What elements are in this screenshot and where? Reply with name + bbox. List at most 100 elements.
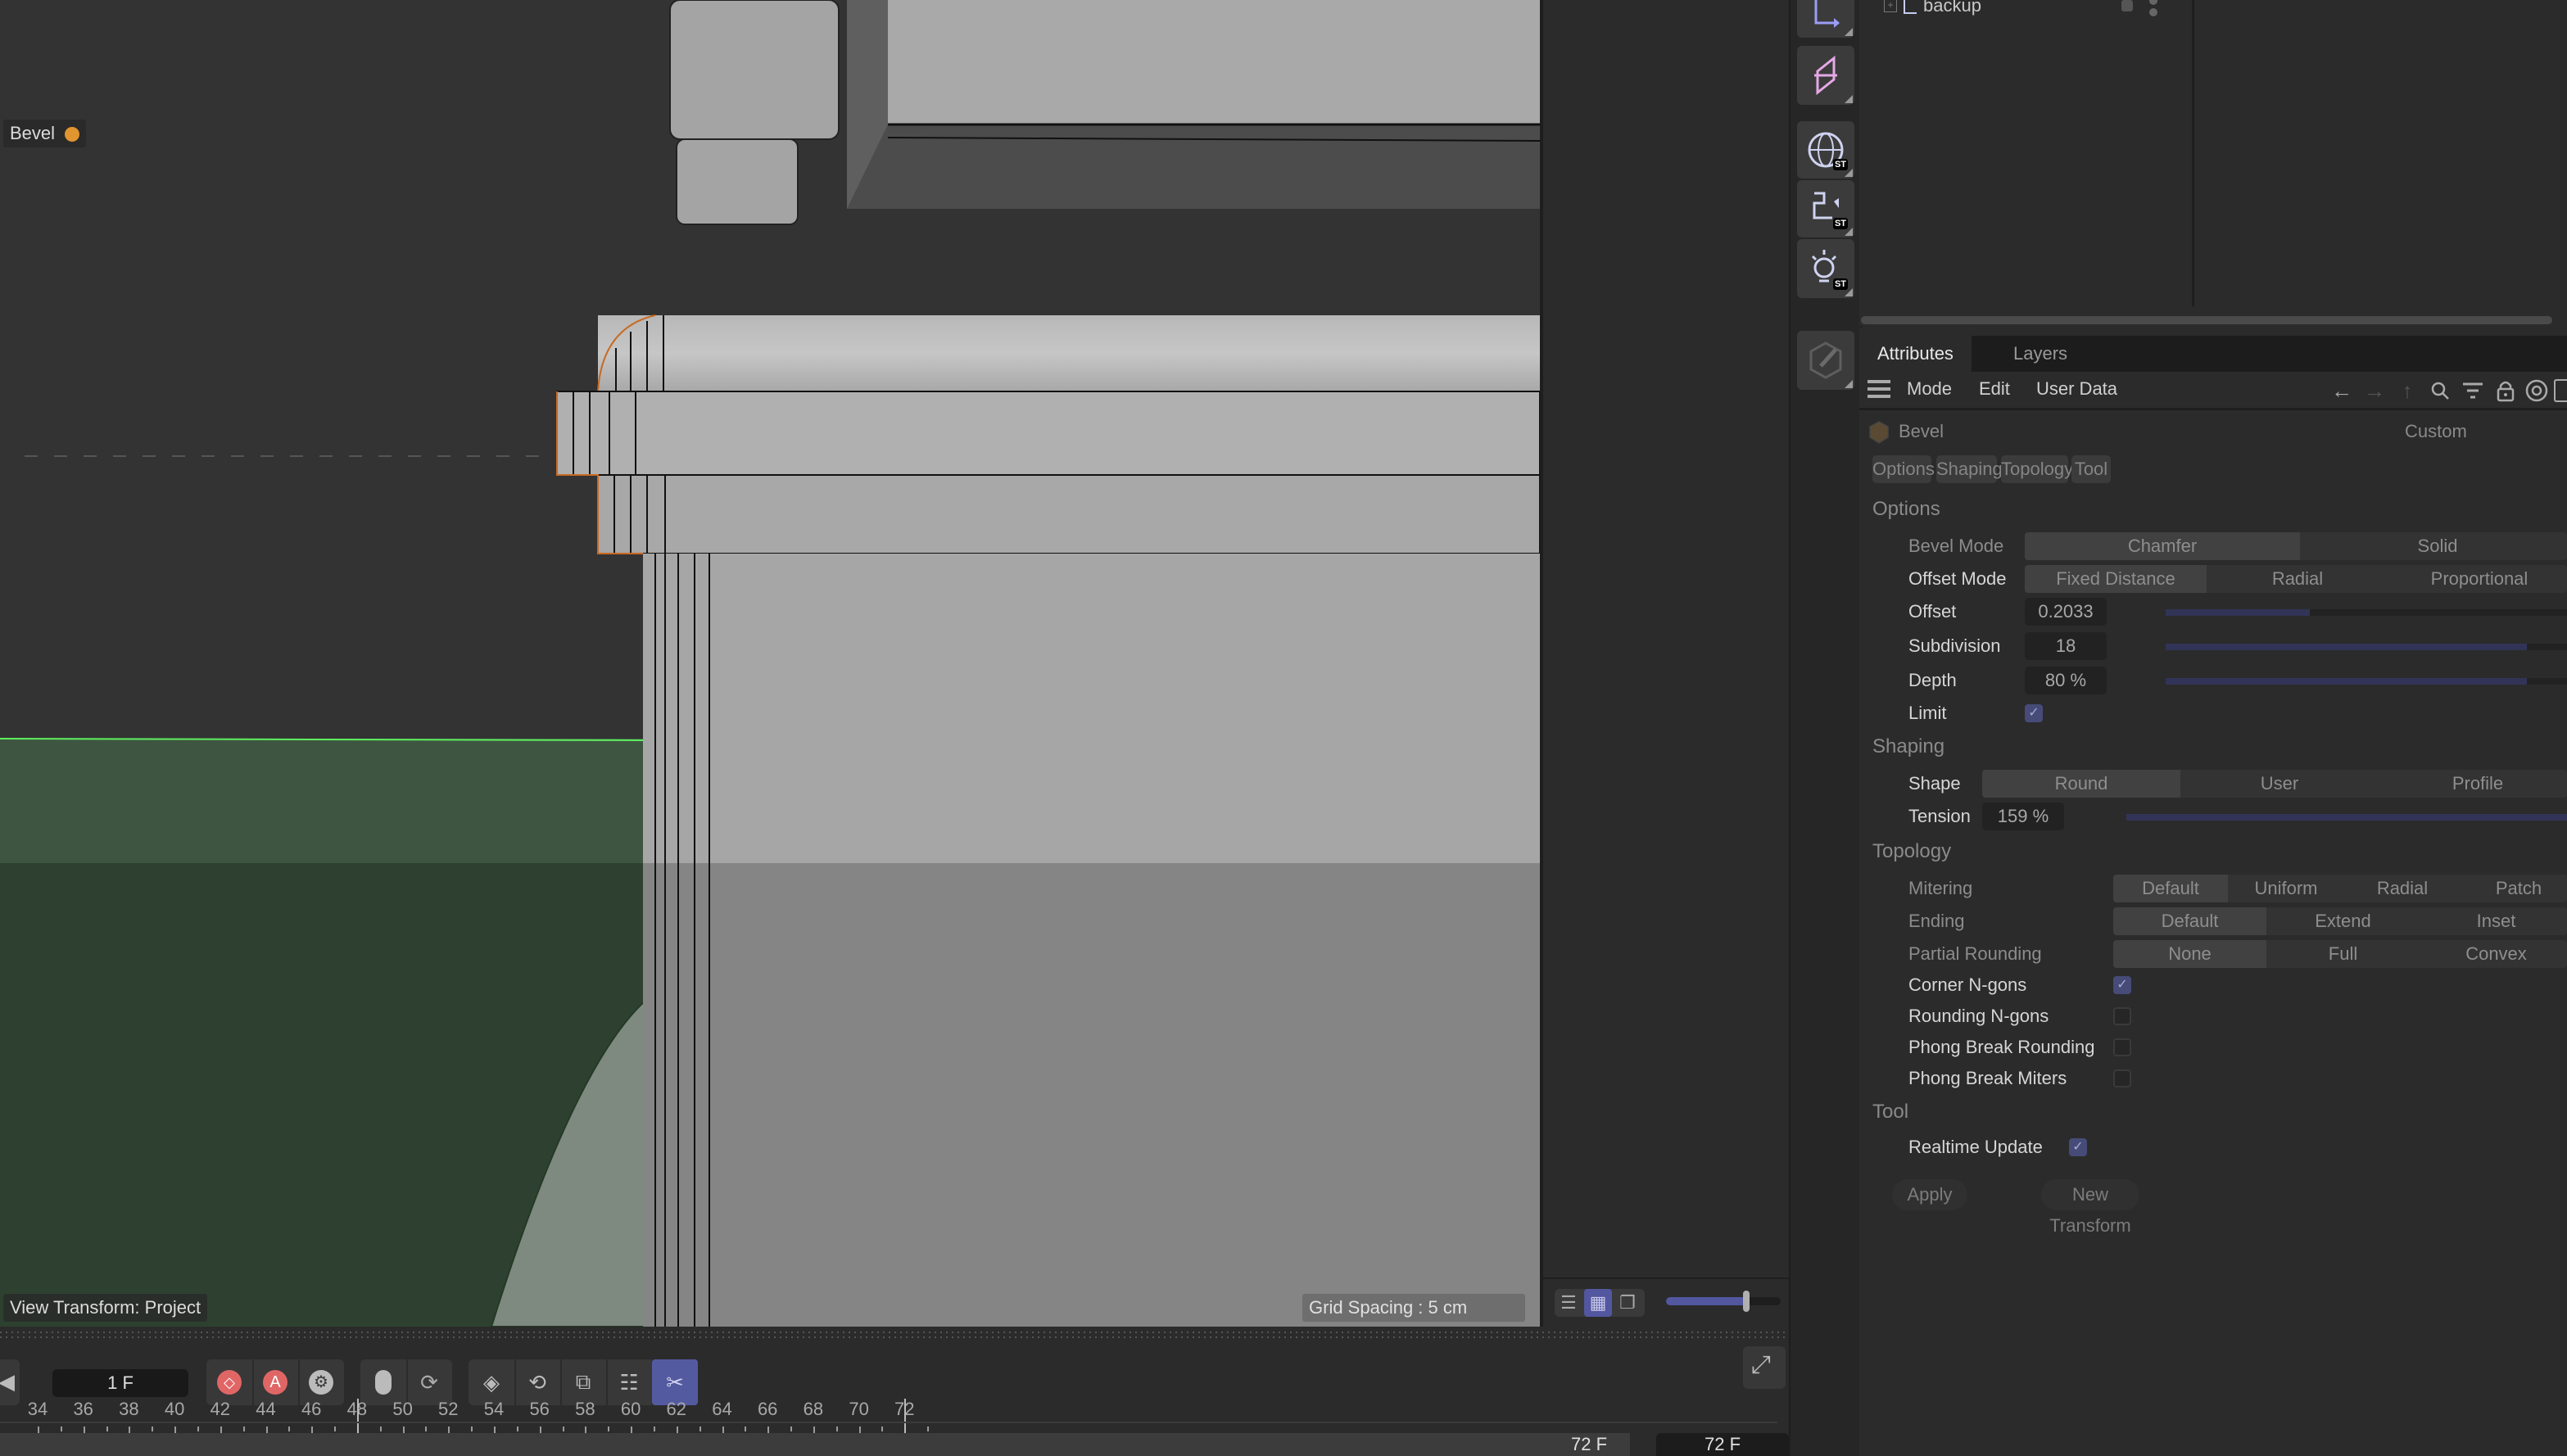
zoom-slider-thumb[interactable] <box>1743 1291 1750 1312</box>
mitering-patch[interactable]: Patch <box>2461 875 2567 902</box>
ruler-label: 36 <box>73 1399 93 1419</box>
up-arrow-icon[interactable]: ↑ <box>2395 378 2420 403</box>
spline-arrow-icon <box>1814 0 1840 28</box>
new-transform-button[interactable]: New Transform <box>2041 1179 2139 1236</box>
object-row[interactable]: + backup <box>1884 0 1981 18</box>
hamburger-menu-icon[interactable] <box>1868 380 1890 398</box>
ruler-tick <box>631 1427 633 1433</box>
tension-field[interactable]: 159 % <box>1982 803 2064 830</box>
depth-slider[interactable] <box>2166 678 2567 685</box>
single-view-button[interactable]: ❐ <box>1614 1289 1641 1317</box>
playhead[interactable] <box>356 1399 359 1433</box>
ruler-label: 58 <box>575 1399 595 1419</box>
expand-icon[interactable]: + <box>1884 0 1897 12</box>
subdivision-label: Subdivision <box>1908 635 2001 656</box>
ending-extend[interactable]: Extend <box>2266 907 2420 935</box>
section-shaping-title: Shaping <box>1872 735 1945 757</box>
depth-field[interactable]: 80 % <box>2025 667 2107 694</box>
shape-round[interactable]: Round <box>1982 770 2180 798</box>
max-frame-field[interactable]: 72 F <box>1656 1433 1789 1456</box>
mirror-tool-button[interactable] <box>1797 46 1854 105</box>
zoom-slider[interactable] <box>1666 1291 1781 1312</box>
leg-upper <box>669 0 840 140</box>
ending-inset[interactable]: Inset <box>2420 907 2567 935</box>
viewport-side-strip <box>1543 0 1789 1327</box>
ruler-minor-tick <box>745 1427 747 1431</box>
rounding-ngons-checkbox[interactable] <box>2113 1007 2131 1025</box>
menu-mode[interactable]: Mode <box>1907 378 1952 400</box>
autokey-icon: A <box>263 1370 287 1395</box>
section-tab-options[interactable]: Options <box>1872 455 1935 483</box>
target-icon[interactable] <box>2524 378 2549 403</box>
tab-attributes[interactable]: Attributes <box>1859 336 1972 372</box>
offset-slider[interactable] <box>2166 609 2567 616</box>
mitering-default[interactable]: Default <box>2113 875 2228 902</box>
horizontal-scrollbar[interactable] <box>1861 316 2552 324</box>
subdivision-slider[interactable] <box>2166 644 2567 650</box>
tension-slider[interactable] <box>2126 814 2567 821</box>
depth-slider-fill <box>2166 678 2527 685</box>
preset-label[interactable]: Custom <box>2405 421 2467 442</box>
offset-field[interactable]: 0.2033 cm <box>2025 598 2107 649</box>
apply-button[interactable]: Apply <box>1892 1179 1967 1210</box>
new-panel-icon[interactable] <box>2554 378 2567 403</box>
column-divider[interactable] <box>2192 0 2194 306</box>
phong-break-miters-checkbox[interactable] <box>2113 1069 2131 1087</box>
search-icon[interactable] <box>2428 378 2452 403</box>
offset-mode-fixed-distance[interactable]: Fixed Distance <box>2025 565 2207 593</box>
section-tab-topology[interactable]: Topology <box>2001 455 2073 483</box>
shape-user[interactable]: User <box>2180 770 2379 798</box>
offset-mode-proportional[interactable]: Proportional <box>2388 565 2567 593</box>
mitering-radial[interactable]: Radial <box>2344 875 2461 902</box>
subdivision-field[interactable]: 18 <box>2025 632 2107 660</box>
filter-icon[interactable] <box>2461 378 2485 403</box>
bevel-mode-chamfer[interactable]: Chamfer <box>2025 532 2300 560</box>
phong-break-rounding-checkbox[interactable] <box>2113 1038 2131 1056</box>
frame-range-bar[interactable] <box>0 1433 1630 1456</box>
menu-user-data[interactable]: User Data <box>2036 378 2117 400</box>
bevel-mode-solid[interactable]: Solid <box>2300 532 2567 560</box>
tab-layers[interactable]: Layers <box>1995 336 2085 372</box>
end-marker[interactable] <box>904 1399 907 1433</box>
sound-button[interactable]: ◀ <box>0 1359 20 1405</box>
partial-rounding-none[interactable]: None <box>2113 940 2266 968</box>
section-tab-tool[interactable]: Tool <box>2071 455 2111 483</box>
menu-edit[interactable]: Edit <box>1979 378 2010 400</box>
offset-mode-radial[interactable]: Radial <box>2207 565 2388 593</box>
limit-checkbox[interactable]: ✓ <box>2025 704 2043 722</box>
current-frame-field[interactable]: 1 F <box>52 1369 188 1397</box>
ruler-tick <box>311 1427 314 1433</box>
corner-ngons-checkbox[interactable]: ✓ <box>2113 976 2131 994</box>
partial-rounding-full[interactable]: Full <box>2266 940 2420 968</box>
forward-arrow-icon[interactable]: → <box>2362 378 2387 403</box>
ruler-label: 62 <box>666 1399 687 1419</box>
grid-view-button[interactable]: ▦ <box>1584 1289 1612 1317</box>
tension-label: Tension <box>1908 806 1971 826</box>
partial-rounding-convex[interactable]: Convex <box>2420 940 2567 968</box>
render-dot-icon[interactable] <box>2149 8 2157 16</box>
mitering-uniform[interactable]: Uniform <box>2228 875 2344 902</box>
edit-visibility-icon[interactable] <box>2121 0 2133 11</box>
end-frame-label[interactable]: 72 F <box>1571 1433 1607 1456</box>
phong-break-rounding-label: Phong Break Rounding <box>1908 1037 2095 1057</box>
section-tab-shaping[interactable]: Shaping <box>1936 455 2003 483</box>
light-st-button[interactable]: ST <box>1797 239 1854 298</box>
coordinate-system-button[interactable]: ⤢ <box>1743 1346 1786 1389</box>
camera-st-button[interactable]: ST <box>1797 180 1854 237</box>
back-arrow-icon[interactable]: ← <box>2329 378 2354 403</box>
list-view-button[interactable]: ☰ <box>1555 1289 1582 1317</box>
ending-default[interactable]: Default <box>2113 907 2266 935</box>
sky-st-button[interactable]: ST <box>1797 121 1854 179</box>
spline-arrow-tool-button[interactable] <box>1797 0 1854 38</box>
shape-profile[interactable]: Profile <box>2379 770 2567 798</box>
edit-tool-button[interactable] <box>1797 331 1854 390</box>
3d-viewport[interactable]: Bevel View Transform: Project Grid Spaci… <box>0 0 1543 1327</box>
point-level-icon: ✂ <box>666 1369 684 1395</box>
section-options-title: Options <box>1872 498 1940 520</box>
visibility-dot-icon[interactable] <box>2149 0 2157 5</box>
realtime-update-checkbox[interactable]: ✓ <box>2069 1138 2087 1156</box>
attributes-menubar: Mode Edit User Data ← → ↑ <box>1859 372 2567 410</box>
lock-icon[interactable] <box>2493 378 2518 403</box>
ruler-label: 54 <box>483 1399 505 1419</box>
rotate-key-icon: ⟳ <box>420 1369 438 1395</box>
